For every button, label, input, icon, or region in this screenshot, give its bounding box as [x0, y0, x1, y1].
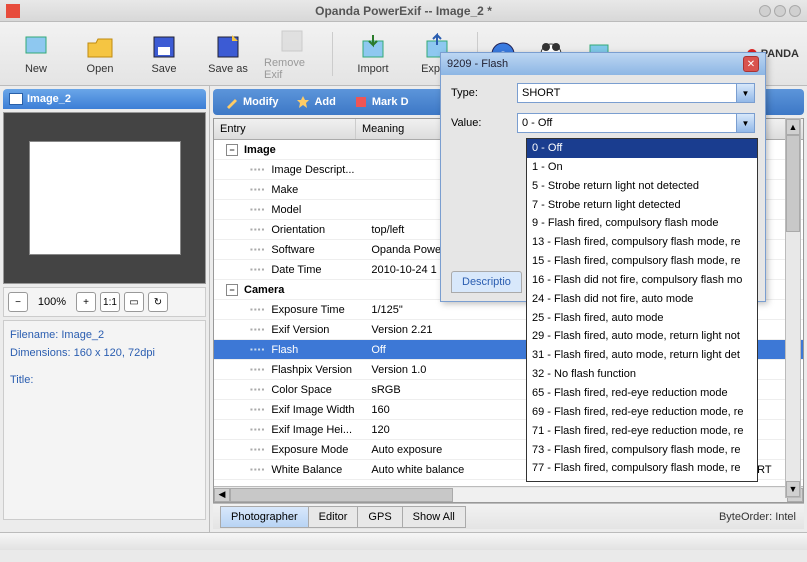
- add-button[interactable]: Add: [288, 92, 343, 112]
- dropdown-option[interactable]: 1 - On: [527, 158, 757, 177]
- v-scrollbar[interactable]: ▲ ▼: [785, 118, 801, 498]
- tab-showall[interactable]: Show All: [402, 506, 466, 528]
- tool-save[interactable]: Save: [136, 33, 192, 75]
- type-select[interactable]: SHORT▼: [517, 83, 755, 103]
- zoom-rotate-button[interactable]: ↻: [148, 292, 168, 312]
- dropdown-option[interactable]: 71 - Flash fired, red-eye reduction mode…: [527, 422, 757, 441]
- zoom-value: 100%: [32, 296, 72, 308]
- app-icon: [6, 4, 20, 18]
- image-tab-header[interactable]: Image_2: [3, 89, 206, 109]
- dropdown-option[interactable]: 9 - Flash fired, compulsory flash mode: [527, 214, 757, 233]
- scroll-left-button[interactable]: ◀: [214, 488, 230, 502]
- vscroll-thumb[interactable]: [786, 135, 800, 232]
- header-entry[interactable]: Entry: [214, 119, 356, 139]
- dropdown-option[interactable]: 32 - No flash function: [527, 365, 757, 384]
- tool-removeexif[interactable]: Remove Exif: [264, 27, 320, 81]
- zoom-out-button[interactable]: −: [8, 292, 28, 312]
- import-icon: [359, 33, 387, 61]
- collapse-icon[interactable]: −: [226, 284, 238, 296]
- dropdown-option[interactable]: 7 - Strobe return light detected: [527, 196, 757, 215]
- h-scrollbar[interactable]: ◀ ▶: [214, 486, 803, 502]
- thumbnail-image: [29, 141, 181, 255]
- dropdown-option[interactable]: 16 - Flash did not fire, compulsory flas…: [527, 271, 757, 290]
- scroll-track[interactable]: [230, 488, 787, 502]
- chevron-down-icon: ▼: [736, 114, 754, 132]
- markdel-button[interactable]: Mark D: [346, 92, 417, 112]
- description-tab[interactable]: Descriptio: [451, 271, 522, 293]
- type-label: Type:: [451, 87, 509, 99]
- dropdown-option[interactable]: 31 - Flash fired, auto mode, return ligh…: [527, 346, 757, 365]
- zoom-fit-button[interactable]: ▭: [124, 292, 144, 312]
- modify-button[interactable]: Modify: [217, 92, 286, 112]
- removeexif-icon: [278, 27, 306, 55]
- dropdown-option[interactable]: 77 - Flash fired, compulsory flash mode,…: [527, 459, 757, 478]
- dropdown-option[interactable]: 73 - Flash fired, compulsory flash mode,…: [527, 441, 757, 460]
- max-button[interactable]: [774, 5, 786, 17]
- sidebar: Image_2 − 100% + 1:1 ▭ ↻ Filename: Image…: [0, 86, 210, 532]
- value-select[interactable]: 0 - Off▼: [517, 113, 755, 133]
- window-controls: [759, 5, 801, 17]
- vscroll-track[interactable]: [786, 135, 800, 481]
- close-button[interactable]: [789, 5, 801, 17]
- bottom-tabbar: Photographer Editor GPS Show All ByteOrd…: [213, 503, 804, 529]
- dialog-title: 9209 - Flash: [447, 58, 508, 70]
- collapse-icon[interactable]: −: [226, 144, 238, 156]
- tab-photographer[interactable]: Photographer: [220, 506, 309, 528]
- zoom-1to1-button[interactable]: 1:1: [100, 292, 120, 312]
- scroll-up-button[interactable]: ▲: [786, 119, 800, 135]
- dialog-close-button[interactable]: ✕: [743, 56, 759, 72]
- value-label: Value:: [451, 117, 509, 129]
- delete-icon: [354, 95, 368, 109]
- dropdown-option[interactable]: 69 - Flash fired, red-eye reduction mode…: [527, 403, 757, 422]
- save-icon: [150, 33, 178, 61]
- toolbar-sep: [332, 32, 333, 76]
- dropdown-option[interactable]: 15 - Flash fired, compulsory flash mode,…: [527, 252, 757, 271]
- zoom-controls: − 100% + 1:1 ▭ ↻: [3, 287, 206, 317]
- new-icon: [22, 33, 50, 61]
- dropdown-option[interactable]: 5 - Strobe return light not detected: [527, 177, 757, 196]
- titlebar: Opanda PowerExif -- Image_2 *: [0, 0, 807, 22]
- dropdown-option[interactable]: 0 - Off: [527, 139, 757, 158]
- min-button[interactable]: [759, 5, 771, 17]
- tool-saveas[interactable]: Save as: [200, 33, 256, 75]
- scroll-down-button[interactable]: ▼: [786, 481, 800, 497]
- statusbar: [0, 532, 807, 550]
- tab-editor[interactable]: Editor: [308, 506, 359, 528]
- dropdown-option[interactable]: 13 - Flash fired, compulsory flash mode,…: [527, 233, 757, 252]
- pencil-icon: [225, 95, 239, 109]
- star-add-icon: [296, 95, 310, 109]
- image-metadata: Filename: Image_2 Dimensions: 160 x 120,…: [3, 320, 206, 520]
- tool-import[interactable]: Import: [345, 33, 401, 75]
- dropdown-option[interactable]: 79 - Flash fired, compulsory flash mode,…: [527, 478, 757, 482]
- tool-open[interactable]: Open: [72, 33, 128, 75]
- dropdown-option[interactable]: 29 - Flash fired, auto mode, return ligh…: [527, 327, 757, 346]
- tool-new[interactable]: New: [8, 33, 64, 75]
- open-icon: [86, 33, 114, 61]
- saveas-icon: [214, 33, 242, 61]
- scroll-thumb[interactable]: [230, 488, 453, 502]
- chevron-down-icon: ▼: [736, 84, 754, 102]
- dropdown-option[interactable]: 24 - Flash did not fire, auto mode: [527, 290, 757, 309]
- value-dropdown-list[interactable]: 0 - Off1 - On5 - Strobe return light not…: [526, 138, 758, 482]
- dropdown-option[interactable]: 65 - Flash fired, red-eye reduction mode: [527, 384, 757, 403]
- thumbnail-viewer: [3, 112, 206, 284]
- dialog-header[interactable]: 9209 - Flash ✕: [441, 53, 765, 75]
- window-title: Opanda PowerExif -- Image_2 *: [315, 4, 492, 18]
- image-icon: [9, 93, 23, 105]
- tab-gps[interactable]: GPS: [357, 506, 402, 528]
- zoom-in-button[interactable]: +: [76, 292, 96, 312]
- dropdown-option[interactable]: 25 - Flash fired, auto mode: [527, 309, 757, 328]
- byteorder-label: ByteOrder: Intel: [719, 511, 796, 523]
